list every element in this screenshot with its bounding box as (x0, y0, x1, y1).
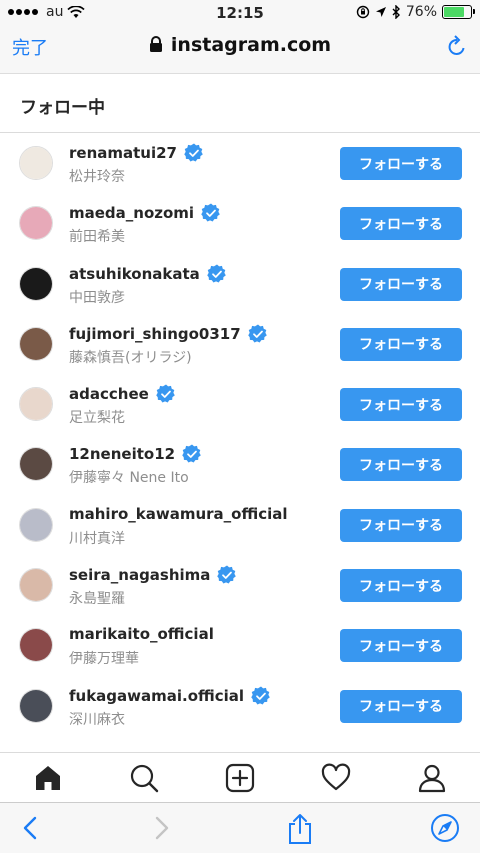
reload-button[interactable] (446, 34, 468, 62)
instagram-bottom-nav (0, 752, 480, 802)
verified-badge-icon (156, 384, 175, 403)
full-name: 中田敦彦 (69, 289, 125, 306)
follow-button[interactable]: フォローする (340, 508, 462, 542)
browser-url-bar: 完了 instagram.com (0, 26, 480, 74)
activity-heart-icon[interactable] (321, 763, 351, 793)
full-name: 伊藤寧々 Nene Ito (69, 470, 189, 487)
follow-button[interactable]: フォローする (340, 267, 462, 301)
list-item: renamatui27 松井玲奈 フォローする (0, 133, 480, 193)
username[interactable]: maeda_nozomi (69, 204, 194, 222)
username[interactable]: fujimori_shingo0317 (69, 325, 241, 343)
full-name: 足立梨花 (69, 410, 125, 427)
verified-badge-icon (251, 686, 270, 705)
follow-button[interactable]: フォローする (340, 569, 462, 603)
follow-button[interactable]: フォローする (340, 327, 462, 361)
full-name: 藤森慎吾(オリラジ) (69, 349, 192, 366)
follow-button[interactable]: フォローする (340, 629, 462, 663)
full-name: 伊藤万理華 (69, 651, 139, 668)
verified-badge-icon (207, 264, 226, 283)
list-item: seira_nagashima 永島聖羅 フォローする (0, 555, 480, 615)
list-item: marikaito_official 伊藤万理華 フォローする (0, 615, 480, 675)
full-name: 深川麻衣 (69, 711, 125, 728)
safari-toolbar (0, 802, 480, 853)
profile-icon[interactable] (417, 763, 447, 793)
home-icon[interactable] (33, 763, 63, 793)
list-item: adacchee 足立梨花 フォローする (0, 374, 480, 434)
list-item: fujimori_shingo0317 藤森慎吾(オリラジ) フォローする (0, 314, 480, 374)
full-name: 永島聖羅 (69, 591, 125, 608)
username[interactable]: fukagawamai.official (69, 687, 244, 705)
full-name: 前田希美 (69, 229, 125, 246)
list-item: mahiro_kawamura_official 川村真洋 フォローする (0, 495, 480, 555)
share-icon[interactable] (285, 813, 315, 844)
page-title: フォロー中 (20, 98, 105, 118)
back-icon[interactable] (16, 813, 46, 843)
bluetooth-icon (392, 5, 400, 19)
avatar[interactable] (19, 326, 53, 361)
verified-badge-icon (217, 565, 237, 584)
forward-icon[interactable] (146, 813, 176, 843)
follow-button[interactable]: フォローする (340, 388, 462, 422)
username[interactable]: adacchee (69, 385, 149, 403)
new-post-icon[interactable] (225, 763, 255, 793)
rotation-lock-icon (356, 5, 370, 19)
following-list: renamatui27 松井玲奈 フォローする maeda_nozomi 前田希… (0, 133, 480, 736)
username[interactable]: mahiro_kawamura_official (69, 505, 288, 523)
avatar[interactable] (19, 628, 53, 663)
list-item: atsuhikonakata 中田敦彦 フォローする (0, 254, 480, 314)
verified-badge-icon (184, 143, 203, 162)
follow-button[interactable]: フォローする (340, 689, 462, 723)
follow-button[interactable]: フォローする (340, 147, 462, 180)
full-name: 川村真洋 (69, 530, 125, 547)
follow-button[interactable]: フォローする (340, 448, 462, 482)
username[interactable]: seira_nagashima (69, 566, 210, 584)
page-header: フォロー中 (0, 75, 480, 133)
verified-badge-icon (247, 324, 267, 343)
lock-icon (149, 36, 162, 52)
status-right: 76% (356, 4, 475, 20)
location-icon (375, 7, 386, 17)
battery-icon (442, 5, 475, 19)
avatar[interactable] (19, 146, 53, 180)
reload-icon (448, 35, 465, 55)
avatar[interactable] (19, 387, 53, 422)
url-text: instagram.com (170, 34, 332, 56)
verified-badge-icon (201, 203, 220, 222)
list-item: 12neneito12 伊藤寧々 Nene Ito フォローする (0, 434, 480, 494)
avatar[interactable] (19, 688, 53, 723)
username[interactable]: renamatui27 (69, 144, 177, 162)
compass-icon[interactable] (430, 813, 460, 843)
search-icon[interactable] (129, 763, 159, 793)
avatar[interactable] (19, 266, 53, 301)
avatar[interactable] (19, 507, 53, 542)
verified-badge-icon (182, 444, 201, 464)
username[interactable]: 12neneito12 (69, 445, 175, 463)
avatar[interactable] (19, 568, 53, 603)
full-name: 松井玲奈 (69, 169, 125, 185)
url-field[interactable]: instagram.com (0, 34, 480, 56)
follow-button[interactable]: フォローする (340, 207, 462, 241)
avatar[interactable] (19, 447, 53, 482)
list-item: fukagawamai.official 深川麻衣 フォローする (0, 676, 480, 736)
username[interactable]: atsuhikonakata (69, 265, 200, 283)
avatar[interactable] (19, 206, 53, 241)
battery-percent: 76% (405, 4, 437, 20)
status-bar: au 12:15 76% (0, 0, 480, 26)
list-item: maeda_nozomi 前田希美 フォローする (0, 193, 480, 253)
username[interactable]: marikaito_official (69, 625, 214, 643)
